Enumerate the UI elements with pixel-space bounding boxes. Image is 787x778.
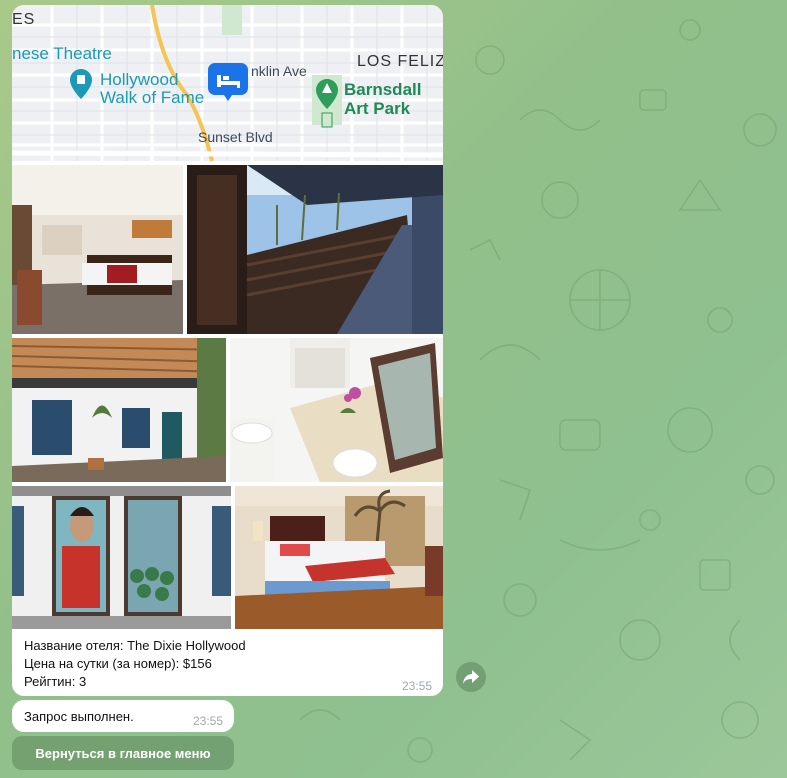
- park-pin-icon: [316, 79, 338, 128]
- map-label-walk-of-fame-1: Hollywood: [100, 70, 179, 89]
- map-label-park-2: Art Park: [344, 99, 411, 118]
- map-label-theatre: nese Theatre: [12, 44, 112, 63]
- map-label-park-1: Barnsdall: [344, 80, 422, 99]
- hotel-pin-icon[interactable]: [208, 63, 248, 103]
- message-timestamp: 23:55: [402, 679, 433, 693]
- hotel-rating-line: Рейгтин: 3: [24, 674, 87, 689]
- hotel-info-caption: Название отеля: The Dixie Hollywood Цена…: [24, 637, 246, 691]
- exterior-building-photo[interactable]: [12, 338, 226, 482]
- map-label-avenue: nklin Ave: [251, 63, 307, 79]
- map-label-sunset: Sunset Blvd: [198, 129, 273, 145]
- status-message-bubble: Запрос выполнен. 23:55: [12, 700, 234, 732]
- map-label-walk-of-fame-2: Walk of Fame: [100, 88, 205, 107]
- mural-doors-photo[interactable]: [12, 486, 231, 629]
- map-label-es: ES: [12, 11, 36, 28]
- attraction-pin-icon: [70, 69, 92, 99]
- status-message-text: Запрос выполнен.: [24, 709, 134, 724]
- bathroom-photo[interactable]: [230, 338, 443, 482]
- map-label-los-feliz: LOS FELIZ: [357, 53, 443, 70]
- location-map[interactable]: ES nese Theatre Hollywood Walk of Fame n…: [12, 5, 443, 161]
- status-message-timestamp: 23:55: [193, 714, 224, 728]
- forward-arrow-icon: [463, 670, 479, 684]
- back-to-main-menu-button[interactable]: Вернуться в главное меню: [12, 736, 234, 770]
- forward-message-button[interactable]: [456, 662, 486, 692]
- hotel-name-line: Название отеля: The Dixie Hollywood: [24, 638, 246, 653]
- bedroom-palm-mural-photo[interactable]: [235, 486, 443, 629]
- hotel-media-album-message: ES nese Theatre Hollywood Walk of Fame n…: [12, 5, 443, 696]
- hotel-price-line: Цена на сутки (за номер): $156: [24, 656, 212, 671]
- hotel-room-photo[interactable]: [12, 165, 183, 334]
- balcony-walkway-photo[interactable]: [187, 165, 443, 334]
